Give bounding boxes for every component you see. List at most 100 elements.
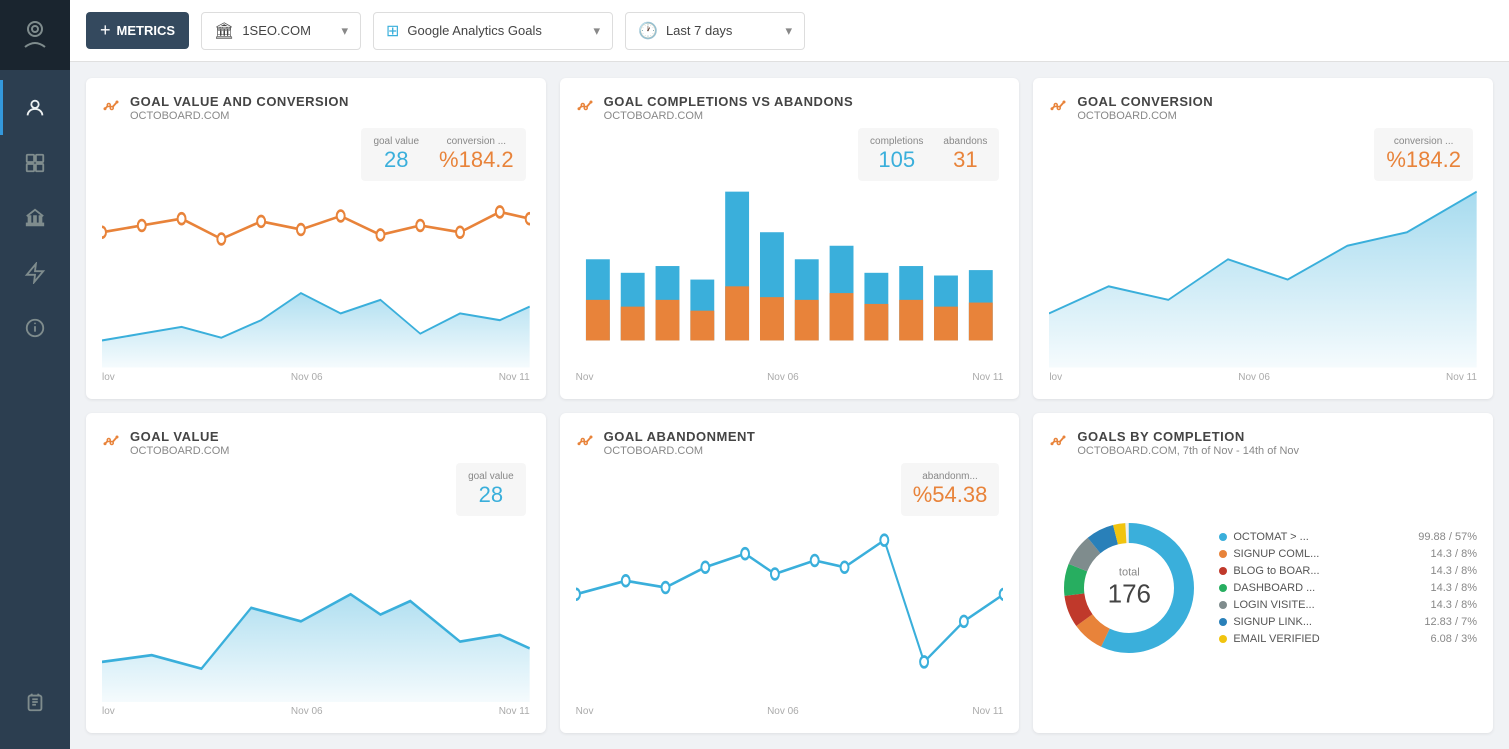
legend-item: SIGNUP COML... 14.3 / 8% [1219, 548, 1477, 560]
report-dropdown[interactable]: ⊞ Google Analytics Goals ▾ [373, 12, 613, 50]
date-end: Nov 11 [499, 372, 530, 383]
stat-value-orange: 31 [953, 147, 977, 173]
stat-label: completions [870, 136, 923, 147]
legend-value: 6.08 / 3% [1431, 633, 1477, 645]
date-start: Nov [576, 706, 594, 717]
card-subtitle: OCTOBOARD.COM [130, 445, 530, 457]
chevron-down-icon: ▾ [593, 23, 600, 39]
legend-dot [1219, 618, 1227, 626]
legend-dot [1219, 550, 1227, 558]
card-subtitle: OCTOBOARD.COM, 7th of Nov - 14th of Nov [1077, 445, 1477, 457]
legend-item: LOGIN VISITE... 14.3 / 8% [1219, 599, 1477, 611]
legend-label: EMAIL VERIFIED [1233, 633, 1319, 645]
stat-abandonment: abandonm... %54.38 [913, 471, 988, 508]
card-subtitle: OCTOBOARD.COM [604, 110, 1004, 122]
stat-value: 28 [384, 147, 408, 173]
date-start: lov [102, 372, 115, 383]
legend-label: DASHBOARD ... [1233, 582, 1315, 594]
trend-icon [1049, 96, 1067, 119]
sidebar-item-info[interactable] [0, 300, 70, 355]
sidebar-item-dashboard[interactable] [0, 135, 70, 190]
card-title-group: GOAL COMPLETIONS VS ABANDONS OCTOBOARD.C… [604, 94, 1004, 122]
card-body: conversion ... %184.2 [1049, 124, 1477, 383]
stats-box: goal value 28 conversion ... %184.2 [361, 128, 525, 181]
legend-label: LOGIN VISITE... [1233, 599, 1314, 611]
sidebar-item-bank[interactable] [0, 190, 70, 245]
chart-dates: lov Nov 06 Nov 11 [102, 702, 530, 717]
dashboard-grid: GOAL VALUE AND CONVERSION OCTOBOARD.COM … [70, 62, 1509, 749]
card-title: GOALS BY COMPLETION [1077, 429, 1477, 444]
sidebar-logo [0, 0, 70, 70]
donut-chart: total 176 [1049, 508, 1209, 668]
legend-item: EMAIL VERIFIED 6.08 / 3% [1219, 633, 1477, 645]
legend-value: 14.3 / 8% [1431, 565, 1477, 577]
add-metrics-button[interactable]: + METRICS [86, 12, 189, 49]
site-dropdown[interactable]: 🏛 1SEO.COM ▾ [201, 12, 361, 50]
site-label: 1SEO.COM [242, 23, 311, 38]
date-end: Nov 11 [499, 706, 530, 717]
card-goal-value: GOAL VALUE OCTOBOARD.COM goal value 28 [86, 413, 546, 734]
card-title-group: GOAL ABANDONMENT OCTOBOARD.COM [604, 429, 1004, 457]
date-end: Nov 11 [972, 372, 1003, 383]
clock-icon: 🕐 [638, 21, 658, 41]
period-label: Last 7 days [666, 23, 733, 38]
card-subtitle: OCTOBOARD.COM [604, 445, 1004, 457]
donut-total-value: 176 [1108, 578, 1151, 609]
card-goal-value-conversion: GOAL VALUE AND CONVERSION OCTOBOARD.COM … [86, 78, 546, 399]
card-goal-completions: GOAL COMPLETIONS VS ABANDONS OCTOBOARD.C… [560, 78, 1020, 399]
chevron-down-icon: ▾ [785, 23, 792, 39]
stat-completions: completions 105 [870, 136, 923, 173]
chevron-down-icon: ▾ [341, 23, 348, 39]
legend-value: 14.3 / 8% [1431, 582, 1477, 594]
legend-value: 14.3 / 8% [1431, 599, 1477, 611]
chart-dates: lov Nov 06 Nov 11 [1049, 368, 1477, 383]
chart-dates: lov Nov 06 Nov 11 [102, 368, 530, 383]
stat-value: 105 [878, 147, 915, 173]
date-start: lov [1049, 372, 1062, 383]
report-icon: ⊞ [386, 21, 399, 41]
stat-conversion: conversion ... %184.2 [439, 136, 514, 173]
card-header: GOAL CONVERSION OCTOBOARD.COM [1049, 94, 1477, 122]
trend-icon [576, 431, 594, 454]
date-mid: Nov 06 [767, 706, 799, 717]
card-goals-by-completion: GOALS BY COMPLETION OCTOBOARD.COM, 7th o… [1033, 413, 1493, 734]
legend-label: OCTOMAT > ... [1233, 531, 1309, 543]
stat-label: abandons [943, 136, 987, 147]
site-icon: 🏛 [214, 21, 234, 41]
stat-label: abandonm... [922, 471, 978, 482]
legend-value: 99.88 / 57% [1418, 531, 1477, 543]
sidebar-item-user[interactable] [0, 80, 70, 135]
stat-label: goal value [468, 471, 514, 482]
period-dropdown[interactable]: 🕐 Last 7 days ▾ [625, 12, 805, 50]
card-subtitle: OCTOBOARD.COM [130, 110, 530, 122]
card-goal-abandonment: GOAL ABANDONMENT OCTOBOARD.COM abandonm.… [560, 413, 1020, 734]
date-start: lov [102, 706, 115, 717]
card-title: GOAL VALUE [130, 429, 530, 444]
sidebar [0, 0, 70, 749]
card-body: goal value 28 [102, 459, 530, 718]
legend-dot [1219, 533, 1227, 541]
plus-icon: + [100, 20, 111, 41]
legend: OCTOMAT > ... 99.88 / 57% SIGNUP COML...… [1219, 531, 1477, 645]
sidebar-item-integrations[interactable] [0, 245, 70, 300]
stats-box: completions 105 abandons 31 [858, 128, 999, 181]
header: + METRICS 🏛 1SEO.COM ▾ ⊞ Google Analytic… [70, 0, 1509, 62]
card-body: goal value 28 conversion ... %184.2 [102, 124, 530, 383]
card-body: completions 105 abandons 31 [576, 124, 1004, 383]
stat-goal-value: goal value 28 [373, 136, 419, 173]
legend-value: 12.83 / 7% [1424, 616, 1477, 628]
card-header: GOAL VALUE AND CONVERSION OCTOBOARD.COM [102, 94, 530, 122]
stat-label: conversion ... [1394, 136, 1453, 147]
card-title: GOAL VALUE AND CONVERSION [130, 94, 530, 109]
card-header: GOAL COMPLETIONS VS ABANDONS OCTOBOARD.C… [576, 94, 1004, 122]
stat-conversion: conversion ... %184.2 [1386, 136, 1461, 173]
chart-dates: Nov Nov 06 Nov 11 [576, 702, 1004, 717]
trend-icon [102, 96, 120, 119]
sidebar-bottom [0, 674, 70, 729]
stat-label: goal value [373, 136, 419, 147]
stat-abandons: abandons 31 [943, 136, 987, 173]
sidebar-item-bug[interactable] [0, 674, 70, 729]
sidebar-nav [0, 80, 70, 355]
date-start: Nov [576, 372, 594, 383]
card-body: abandonm... %54.38 [576, 459, 1004, 718]
